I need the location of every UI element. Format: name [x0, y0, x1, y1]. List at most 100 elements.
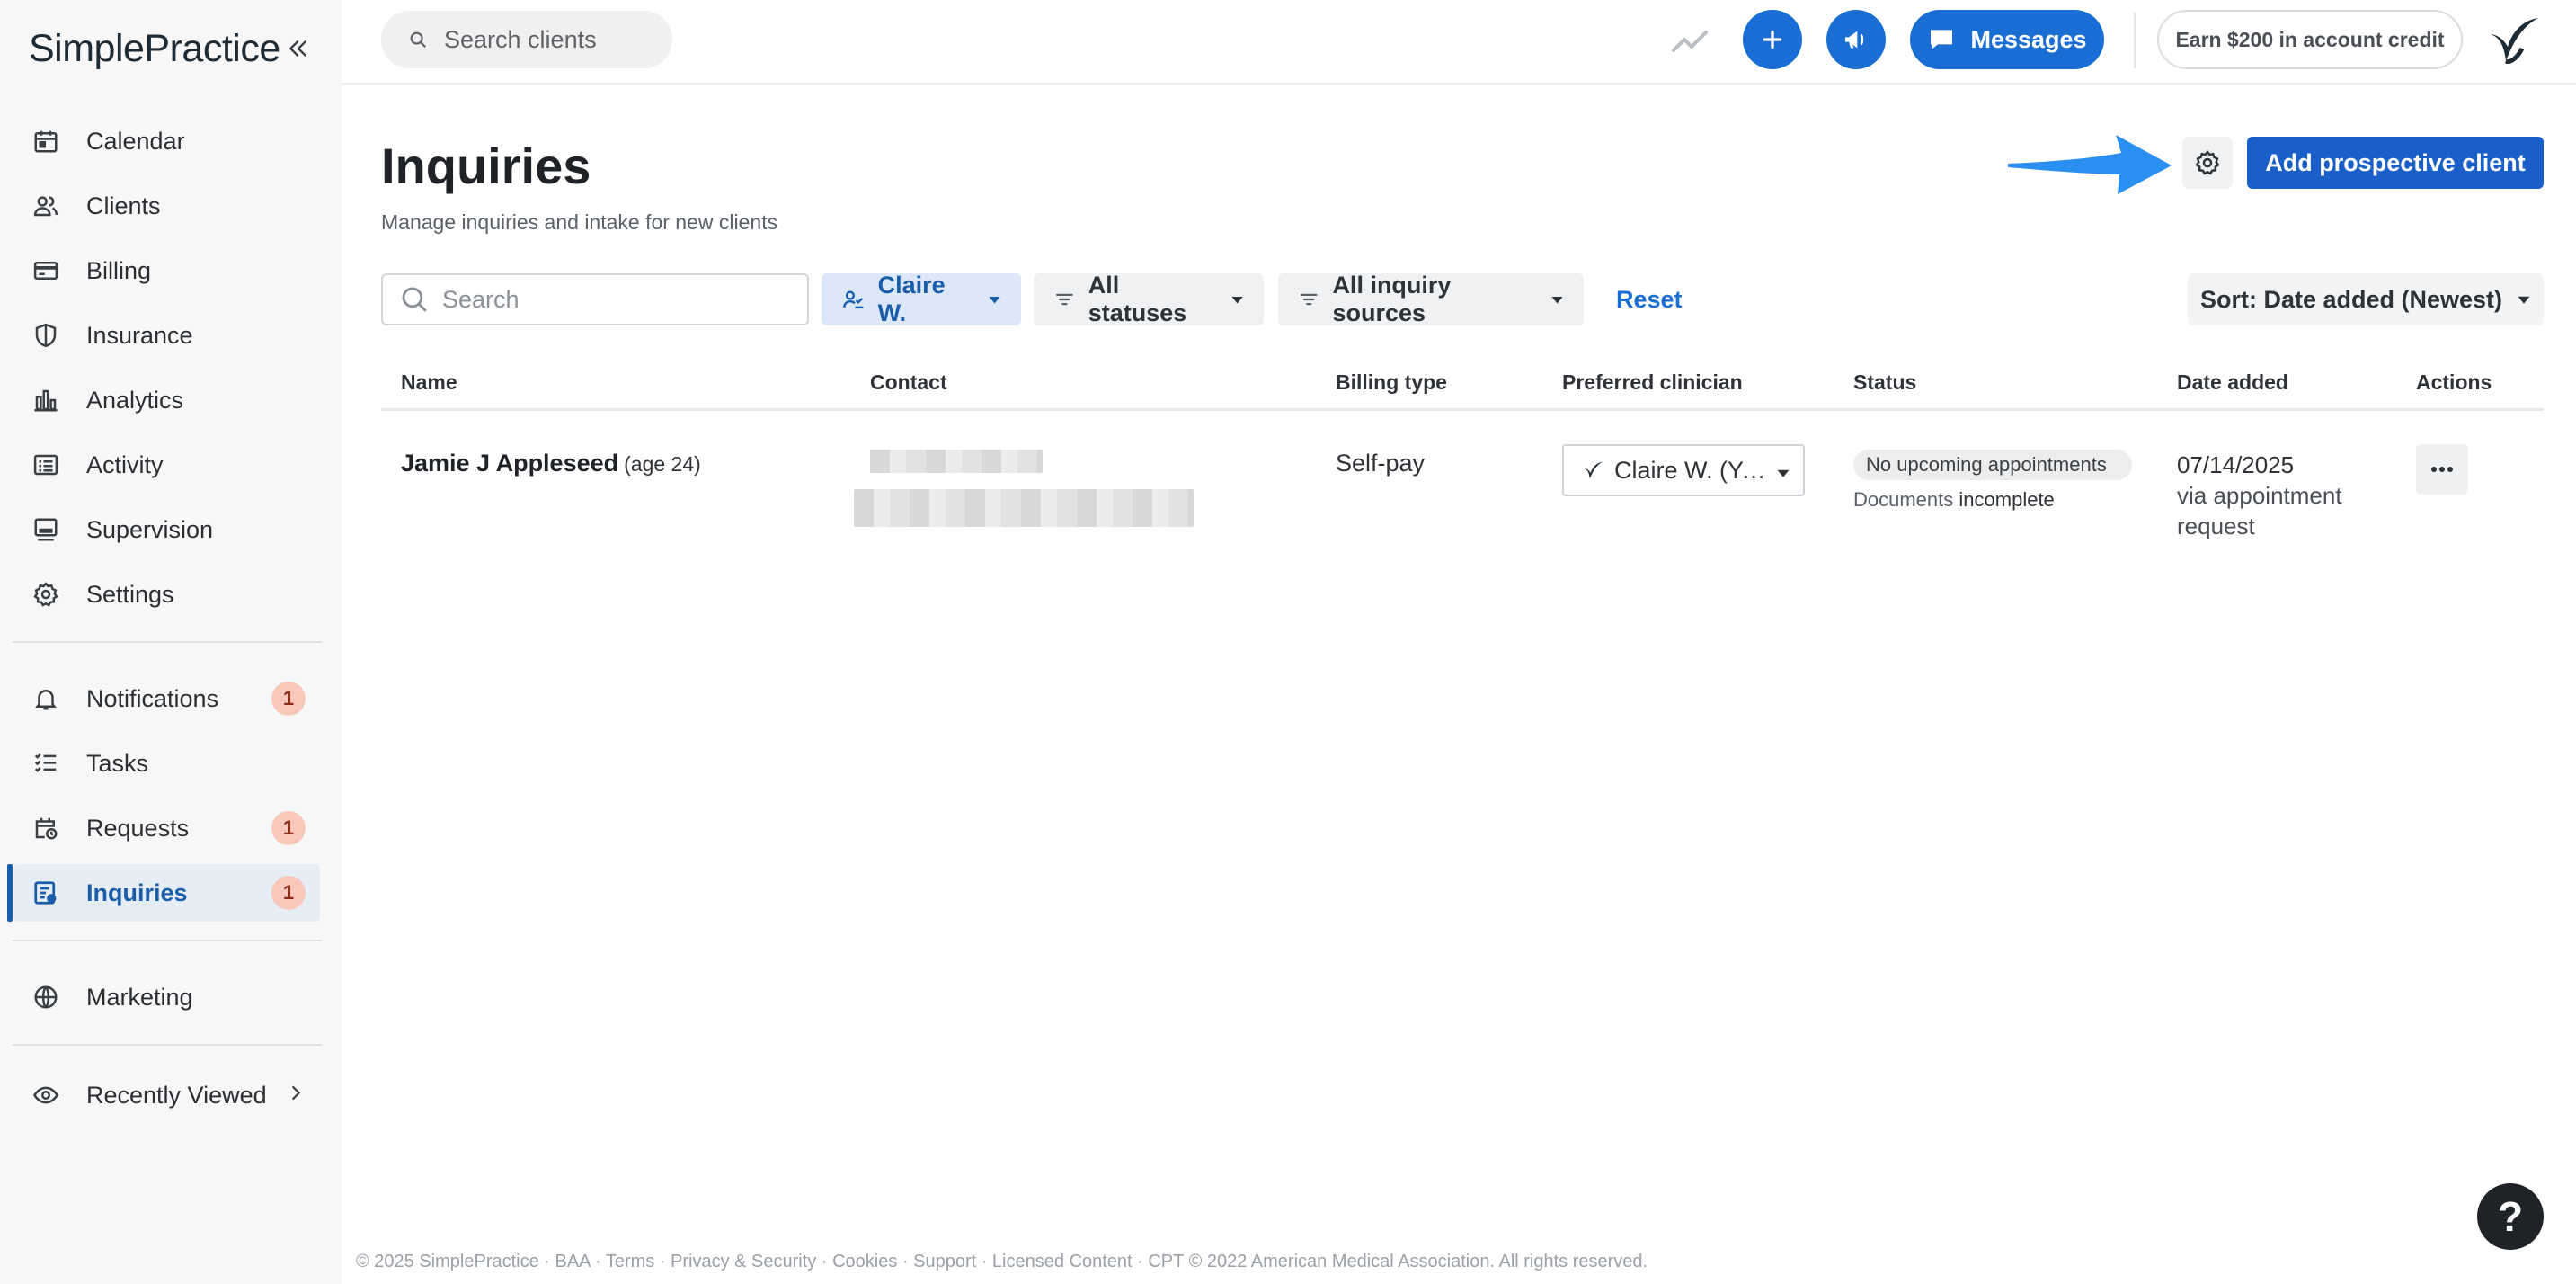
clinician-filter-label: Claire W. [877, 272, 946, 326]
sidebar-item-settings[interactable]: Settings [13, 566, 320, 623]
megaphone-icon [1845, 31, 1864, 49]
search-placeholder: Search [442, 285, 520, 313]
sidebar-item-supervision[interactable]: Supervision [13, 501, 320, 558]
earn-credit-button[interactable]: Earn $200 in account credit [2157, 10, 2463, 69]
trend-icon[interactable] [1668, 20, 1711, 63]
sidebar-item-label: Calendar [86, 127, 185, 155]
sidebar-item-notifications[interactable]: Notifications 1 [13, 670, 320, 727]
sidebar-item-inquiries[interactable]: Inquiries 1 [7, 864, 320, 922]
sidebar-item-label: Requests [86, 814, 190, 842]
column-header-actions: Actions [2416, 370, 2492, 394]
sort-dropdown[interactable]: Sort: Date added (Newest) [2188, 273, 2544, 325]
eye-icon [31, 1080, 61, 1110]
documents-label: Documents [1853, 488, 1954, 511]
help-button[interactable]: ? [2477, 1183, 2544, 1250]
inquiries-count-badge: 1 [271, 876, 306, 910]
bar-chart-icon [31, 385, 61, 415]
credit-card-icon [31, 255, 61, 286]
sidebar-item-tasks[interactable]: Tasks [13, 735, 320, 792]
collapse-sidebar-button[interactable] [280, 31, 316, 67]
sidebar-divider [13, 940, 322, 941]
inquiry-search-input[interactable]: Search [381, 273, 809, 325]
client-name-cell[interactable]: Jamie J Appleseed (age 24) [401, 450, 701, 477]
tasks-icon [31, 748, 61, 779]
search-icon [402, 287, 427, 312]
bell-icon [31, 683, 61, 714]
topbar-divider [2134, 13, 2136, 68]
sidebar-item-recently-viewed[interactable]: Recently Viewed [13, 1066, 320, 1124]
globe-icon [31, 982, 61, 1012]
account-menu-logo-icon[interactable] [2486, 14, 2540, 65]
sidebar-item-billing[interactable]: Billing [13, 242, 320, 299]
billing-type-cell: Self-pay [1336, 450, 1426, 477]
status-filter-dropdown[interactable]: All statuses [1034, 272, 1264, 326]
inquiry-settings-button[interactable] [2182, 137, 2233, 189]
sidebar-divider [13, 1044, 322, 1046]
sidebar-item-label: Supervision [86, 515, 214, 543]
redacted-contact-phone [870, 450, 1043, 473]
sidebar-item-marketing[interactable]: Marketing [13, 968, 320, 1026]
caret-down-icon [1551, 296, 1563, 304]
add-prospective-client-button[interactable]: Add prospective client [2247, 137, 2544, 189]
create-new-button[interactable] [1743, 10, 1802, 69]
sidebar-item-label: Notifications [86, 684, 219, 712]
documents-status: Documents incomplete [1853, 488, 2055, 512]
inquiry-source-filter-dropdown[interactable]: All inquiry sources [1278, 272, 1584, 326]
sidebar-item-label: Tasks [86, 749, 149, 777]
sidebar-item-label: Billing [86, 256, 152, 284]
chevron-right-icon [286, 1082, 306, 1110]
column-header-status: Status [1853, 370, 1917, 394]
gear-icon [31, 579, 61, 610]
client-name: Jamie J Appleseed [401, 450, 619, 477]
clients-icon [31, 191, 61, 221]
sidebar-item-calendar[interactable]: Calendar [13, 112, 320, 170]
column-header-date-added: Date added [2177, 370, 2288, 394]
plus-icon [1763, 30, 1782, 49]
sidebar-item-insurance[interactable]: Insurance [13, 307, 320, 364]
page-title: Inquiries [381, 138, 591, 194]
table-header-divider [381, 408, 2544, 411]
sidebar-item-label: Marketing [86, 983, 193, 1011]
requests-count-badge: 1 [271, 811, 306, 845]
column-header-name: Name [401, 370, 457, 394]
column-header-billing-type: Billing type [1336, 370, 1447, 394]
date-added-source-cont: request [2177, 513, 2255, 539]
sidebar-item-label: Recently Viewed [86, 1081, 267, 1109]
sidebar-item-label: Inquiries [86, 878, 188, 906]
sidebar-item-label: Activity [86, 450, 164, 478]
simplepractice-logo[interactable]: SimplePractice [29, 27, 280, 71]
sidebar-item-analytics[interactable]: Analytics [13, 371, 320, 429]
clinician-leaf-icon [1583, 461, 1603, 479]
footer-legal-text: © 2025 SimplePractice · BAA · Terms · Pr… [356, 1252, 1648, 1271]
sidebar-item-activity[interactable]: Activity [13, 436, 320, 494]
reset-filters-link[interactable]: Reset [1616, 286, 1683, 314]
row-actions-button[interactable] [2416, 444, 2468, 495]
documents-state: incomplete [1959, 488, 2055, 511]
messages-button[interactable]: Messages [1910, 10, 2104, 69]
column-header-contact: Contact [870, 370, 947, 394]
filter-icon [1300, 293, 1318, 306]
sidebar-item-clients[interactable]: Clients [13, 177, 320, 235]
sort-label: Sort: Date added (Newest) [2199, 285, 2503, 313]
clinician-filter-dropdown[interactable]: Claire W. [822, 272, 1021, 326]
preferred-clinician-select[interactable]: Claire W. (You) [1562, 444, 1805, 496]
status-badge: No upcoming appointments [1853, 450, 2132, 480]
announcements-button[interactable] [1826, 10, 1886, 69]
status-filter-label: All statuses [1088, 272, 1187, 326]
preferred-clinician-value: Claire W. (You) [1614, 456, 1767, 484]
sidebar-divider [13, 641, 322, 643]
sidebar-item-label: Insurance [86, 321, 193, 349]
more-horizontal-icon [2431, 467, 2453, 472]
arrow-annotation-icon [2008, 135, 2172, 194]
notifications-count-badge: 1 [271, 682, 306, 716]
sidebar-item-requests[interactable]: Requests 1 [13, 799, 320, 857]
caret-down-icon [2518, 296, 2530, 304]
date-added-source: via appointment [2177, 482, 2342, 509]
caret-down-icon [1231, 296, 1243, 304]
client-search-input[interactable]: Search clients [381, 11, 672, 68]
column-header-preferred-clinician: Preferred clinician [1562, 370, 1743, 394]
calendar-icon [31, 126, 61, 156]
date-added-value: 07/14/2025 [2177, 451, 2295, 478]
shield-icon [31, 320, 61, 351]
sidebar-item-label: Settings [86, 580, 174, 608]
